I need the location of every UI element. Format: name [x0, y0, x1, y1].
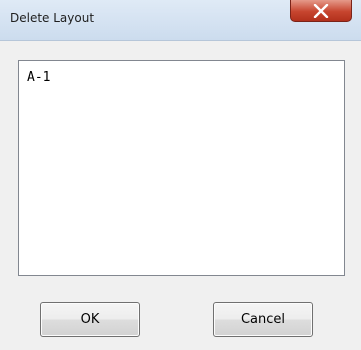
close-button[interactable] [290, 0, 352, 22]
list-item[interactable]: A-1 [27, 70, 50, 85]
layout-listbox[interactable]: A-1 [18, 60, 345, 276]
window-title: Delete Layout [10, 11, 95, 25]
close-icon [312, 3, 330, 18]
ok-button[interactable]: OK [40, 302, 140, 337]
delete-layout-dialog: Delete Layout A-1 OK Cancel [0, 0, 361, 350]
title-bar[interactable]: Delete Layout [0, 0, 361, 41]
cancel-button[interactable]: Cancel [213, 302, 313, 337]
